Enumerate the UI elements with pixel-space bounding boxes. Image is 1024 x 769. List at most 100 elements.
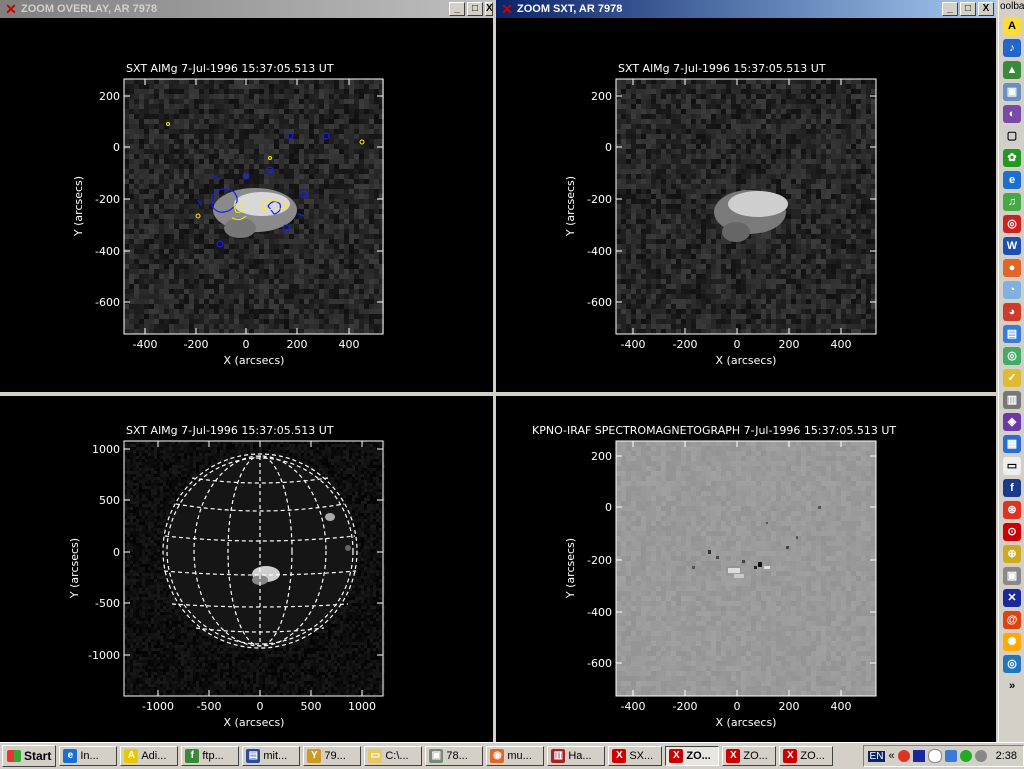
y-tick-label: -200	[95, 193, 120, 206]
quick-launch-icon[interactable]: ✓	[1003, 369, 1021, 387]
quick-launch-icon[interactable]: ▤	[1003, 325, 1021, 343]
x-tick-label: 0	[257, 700, 264, 713]
x-tick-label: -200	[184, 338, 209, 351]
task-list: eIn...AAdi...fftp...▤mit...Y79...▭C:\...…	[56, 746, 833, 766]
quick-launch-icon[interactable]: ✺	[1003, 633, 1021, 651]
minimize-button[interactable]: _	[449, 2, 465, 16]
quick-launch-icon[interactable]: ▥	[1003, 391, 1021, 409]
taskbar-button[interactable]: XZO...	[779, 746, 833, 766]
quick-launch-icon[interactable]: ▢	[1003, 127, 1021, 145]
quick-launch-icon[interactable]: A	[1003, 17, 1021, 35]
taskbar-button[interactable]: eIn...	[59, 746, 117, 766]
magnetogram-plot[interactable]: -400-20002004002000-200-400-600 KPNO-IRA…	[496, 396, 996, 742]
magnetogram-window[interactable]: -400-20002004002000-200-400-600 KPNO-IRA…	[496, 396, 996, 742]
zoom-sxt-window[interactable]: ✕ ZOOM SXT, AR 7978 _ □ X -400-200020040…	[496, 0, 996, 392]
fulldisk-window[interactable]: -1000-5000500100010005000-500-1000 SXT A…	[0, 396, 493, 742]
tray-network-icon[interactable]	[945, 750, 957, 762]
taskbar-app-icon: ▤	[246, 749, 260, 763]
quick-launch-icon[interactable]: @	[1003, 611, 1021, 629]
taskbar-button[interactable]: ▭C:\...	[364, 746, 422, 766]
tray-app-icon[interactable]	[898, 750, 910, 762]
tray-expand-chevron[interactable]: «	[888, 750, 894, 762]
quick-launch-icon[interactable]: ◎	[1003, 215, 1021, 233]
taskbar-button-label: ftp...	[202, 750, 223, 762]
y-tick-label: -200	[587, 554, 612, 567]
quick-launch-icon[interactable]: W	[1003, 237, 1021, 255]
x-tick-label: 400	[831, 338, 852, 351]
maximize-button[interactable]: □	[467, 2, 483, 16]
taskbar-button-label: Adi...	[141, 750, 166, 762]
idl-x-icon: ✕	[4, 2, 18, 16]
taskbar-button-label: 79...	[324, 750, 345, 762]
zoom-sxt-title: ZOOM SXT, AR 7978	[517, 3, 942, 15]
x-tick-label: 200	[779, 700, 800, 713]
minimize-button[interactable]: _	[942, 2, 958, 16]
quick-launch-icon[interactable]: ◐	[1003, 105, 1021, 123]
quick-launch-icon[interactable]: ◎	[1003, 655, 1021, 673]
taskbar-button[interactable]: XZO...	[722, 746, 776, 766]
sxt-plot[interactable]: -400-20002004002000-200-400-600 SXT AlMg…	[496, 18, 996, 392]
overlay-plot-svg: -400-20002004002000-200-400-600 SXT AlMg…	[0, 18, 493, 392]
quick-launch-icon[interactable]: ⊕	[1003, 545, 1021, 563]
magnetogram-plot-title: KPNO-IRAF SPECTROMAGNETOGRAPH 7-Jul-1996…	[532, 424, 896, 437]
y-tick-label: -600	[95, 296, 120, 309]
taskbar-button[interactable]: XSX...	[608, 746, 662, 766]
y-tick-label: -500	[95, 597, 120, 610]
taskbar-button[interactable]: Y79...	[303, 746, 361, 766]
zoom-overlay-titlebar[interactable]: ✕ ZOOM OVERLAY, AR 7978 _ □ X	[0, 0, 493, 18]
zoom-overlay-window[interactable]: ✕ ZOOM OVERLAY, AR 7978 _ □ X	[0, 0, 493, 392]
tray-x-icon[interactable]	[913, 750, 925, 762]
quick-launch-icon[interactable]: ▣	[1003, 567, 1021, 585]
zoom-overlay-title: ZOOM OVERLAY, AR 7978	[21, 3, 449, 15]
windows-logo-icon	[7, 750, 21, 762]
overlay-plot[interactable]: -400-20002004002000-200-400-600 SXT AlMg…	[0, 18, 493, 392]
taskbar-button[interactable]: fftp...	[181, 746, 239, 766]
quick-launch-icon[interactable]: ♪	[1003, 39, 1021, 57]
magnetogram-ylabel: Y (arcsecs)	[564, 538, 577, 599]
quick-launch-toolbar: oolba A♪▲▣◐▢✿e♫◎W●◔◕▤◎✓▥◈▦▭f⊛⊙⊕▣✕@✺◎»	[998, 0, 1024, 742]
quick-launch-icon[interactable]: ◔	[1003, 281, 1021, 299]
quick-launch-icon[interactable]: ●	[1003, 259, 1021, 277]
quick-launch-icon[interactable]: ✿	[1003, 149, 1021, 167]
quick-launch-icon[interactable]: ✕	[1003, 589, 1021, 607]
tray-volume-icon[interactable]	[975, 750, 987, 762]
close-button[interactable]: X	[978, 2, 994, 16]
taskbar-button[interactable]: ▣78...	[425, 746, 483, 766]
tray-status-icon[interactable]	[960, 750, 972, 762]
start-button[interactable]: Start	[2, 745, 56, 767]
taskbar-button[interactable]: ▤mit...	[242, 746, 300, 766]
quick-launch-icon[interactable]: »	[1003, 677, 1021, 695]
tray-balloon-icon[interactable]	[928, 749, 942, 763]
maximize-button[interactable]: □	[960, 2, 976, 16]
y-tick-label: -600	[587, 657, 612, 670]
sxt-plot-title: SXT AlMg 7-Jul-1996 15:37:05.513 UT	[618, 62, 826, 75]
quick-launch-icon[interactable]: ◎	[1003, 347, 1021, 365]
fulldisk-plot[interactable]: -1000-5000500100010005000-500-1000 SXT A…	[0, 396, 493, 742]
y-tick-label: 1000	[92, 443, 120, 456]
taskbar-button[interactable]: ◉mu...	[486, 746, 544, 766]
quick-launch-icon[interactable]: ▲	[1003, 61, 1021, 79]
close-button[interactable]: X	[485, 2, 493, 16]
quick-launch-icon[interactable]: ⊛	[1003, 501, 1021, 519]
taskbar-button[interactable]: AAdi...	[120, 746, 178, 766]
x-tick-label: -1000	[142, 700, 174, 713]
quick-launch-icon[interactable]: e	[1003, 171, 1021, 189]
quick-launch-icon[interactable]: ▦	[1003, 435, 1021, 453]
zoom-sxt-titlebar[interactable]: ✕ ZOOM SXT, AR 7978 _ □ X	[496, 0, 996, 18]
language-indicator[interactable]: EN	[868, 751, 886, 762]
quick-launch-icon[interactable]: ⊙	[1003, 523, 1021, 541]
quick-launch-icon[interactable]: ▭	[1003, 457, 1021, 475]
quick-launch-icon[interactable]: f	[1003, 479, 1021, 497]
quick-launch-icon[interactable]: ◕	[1003, 303, 1021, 321]
quick-launch-icon[interactable]: ♫	[1003, 193, 1021, 211]
taskbar-app-icon: X	[612, 749, 626, 763]
y-tick-label: 0	[113, 141, 120, 154]
quick-launch-icon[interactable]: ◈	[1003, 413, 1021, 431]
taskbar-button[interactable]: XZO...	[665, 746, 719, 766]
y-tick-label: -400	[587, 245, 612, 258]
quick-launch-icon[interactable]: ▣	[1003, 83, 1021, 101]
taskbar-app-icon: ▣	[429, 749, 443, 763]
taskbar-button[interactable]: ▥Ha...	[547, 746, 605, 766]
start-label: Start	[24, 749, 51, 763]
magnetogram-plot-svg: -400-20002004002000-200-400-600 KPNO-IRA…	[496, 396, 996, 742]
